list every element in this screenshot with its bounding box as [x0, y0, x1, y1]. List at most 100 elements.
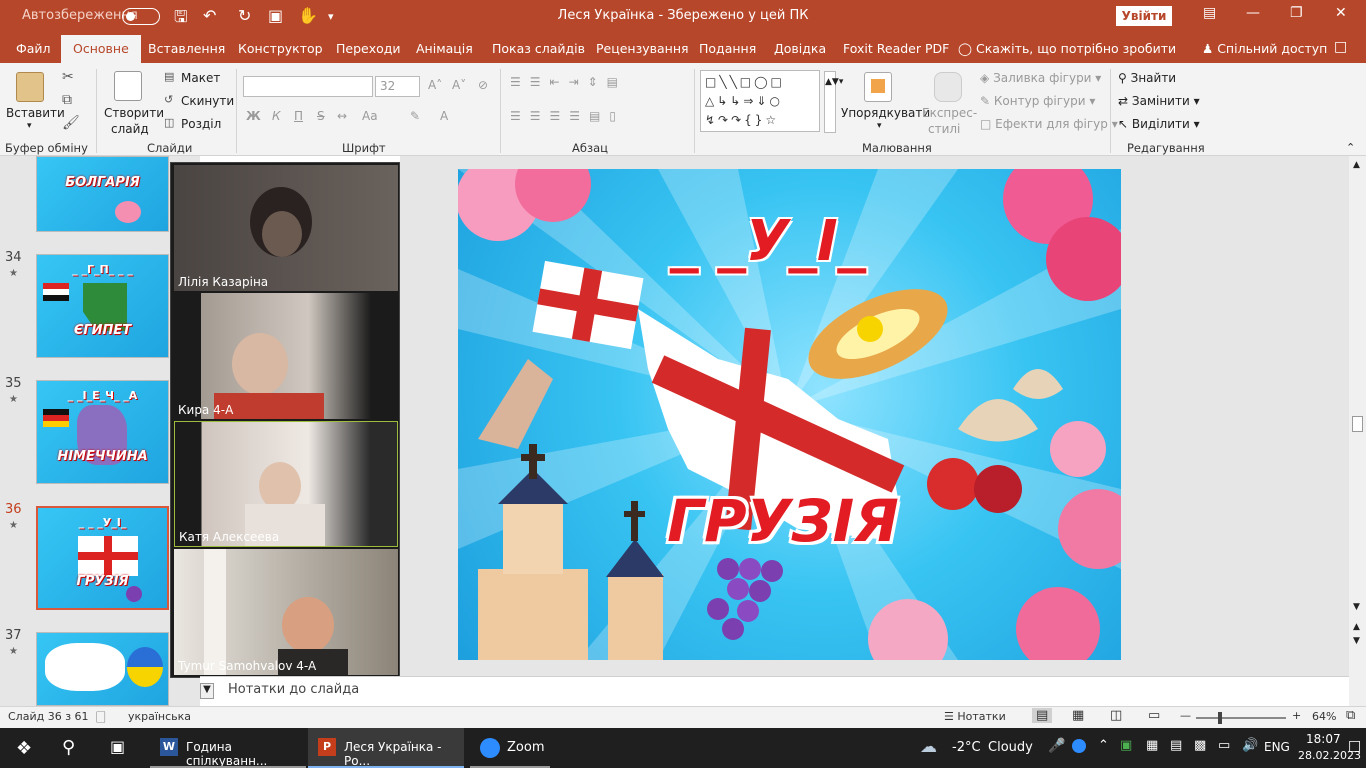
- shape-fill-button[interactable]: ◈ Заливка фігури ▾: [980, 71, 1101, 85]
- thumbnail-slide-35[interactable]: _ _І_Е_Ч_ _А НІМЕЧЧИНА: [36, 380, 169, 484]
- align-buttons-icon[interactable]: ☰☰☰☰▤▯: [510, 109, 625, 123]
- display-icon[interactable]: ▭: [1218, 738, 1230, 753]
- microphone-icon[interactable]: 🎤: [1048, 738, 1065, 754]
- cut-icon[interactable]: ✂: [62, 69, 74, 85]
- bold-button[interactable]: Ж: [246, 109, 261, 123]
- search-icon[interactable]: ⚲: [62, 737, 75, 758]
- tab-view[interactable]: Подання: [699, 41, 756, 56]
- fit-to-window-icon[interactable]: ⧉: [1346, 708, 1355, 723]
- current-slide[interactable]: _ _У_І_ ГРУЗІЯ: [458, 169, 1121, 660]
- increase-font-icon[interactable]: A˄: [428, 78, 442, 92]
- spellcheck-icon[interactable]: 🗌: [96, 709, 106, 730]
- minimize-icon[interactable]: —: [1246, 5, 1260, 21]
- shapes-more-icon[interactable]: ▲▼▾: [824, 71, 843, 133]
- tray-chevron-icon[interactable]: ⌃: [1098, 738, 1109, 753]
- zoom-video-tile[interactable]: Лілія Казаріна: [174, 165, 398, 291]
- tab-review[interactable]: Рецензування: [596, 41, 689, 56]
- zoom-video-tile[interactable]: Tymur Samohvalov 4-A: [174, 549, 398, 675]
- new-slide-button-line2[interactable]: слайд: [111, 122, 149, 136]
- tab-insert[interactable]: Вставлення: [148, 41, 225, 56]
- italic-button[interactable]: К: [272, 109, 281, 123]
- ribbon-display-icon[interactable]: ▤: [1203, 5, 1216, 21]
- tray-app-icon-2[interactable]: ▦: [1146, 738, 1158, 753]
- reset-button[interactable]: Скинути: [181, 94, 234, 108]
- quick-styles-button-line2[interactable]: стилі: [928, 122, 960, 136]
- paste-icon[interactable]: [16, 72, 44, 102]
- next-slide-icon[interactable]: ▼: [1353, 636, 1360, 646]
- zoom-video-tile[interactable]: Кира 4-А: [174, 293, 398, 419]
- select-button[interactable]: ↖ Виділити ▾: [1118, 117, 1200, 131]
- tab-home[interactable]: Основне: [61, 35, 141, 63]
- task-view-icon[interactable]: ▣: [110, 737, 125, 756]
- volume-icon[interactable]: 🔊: [1242, 738, 1258, 753]
- clock-time[interactable]: 18:07: [1306, 732, 1341, 746]
- slideshow-view-icon[interactable]: ▭: [1148, 708, 1160, 723]
- normal-view-icon[interactable]: ▤: [1032, 708, 1053, 723]
- new-slide-icon[interactable]: [114, 71, 142, 101]
- strike-button[interactable]: S: [317, 109, 325, 123]
- tray-app-icon[interactable]: ▣: [1120, 738, 1132, 753]
- comments-icon[interactable]: □: [1334, 39, 1347, 55]
- decrease-font-icon[interactable]: A˅: [452, 78, 466, 92]
- quick-styles-button[interactable]: Експрес-: [922, 106, 977, 120]
- tab-file[interactable]: Файл: [16, 41, 51, 56]
- language-indicator[interactable]: українська: [128, 710, 191, 723]
- format-painter-icon[interactable]: 🖌: [62, 115, 80, 131]
- quick-styles-icon[interactable]: [934, 72, 962, 102]
- underline-button[interactable]: П: [294, 109, 303, 123]
- vertical-scrollbar[interactable]: ▲ ▼ ▲ ▼: [1349, 156, 1366, 706]
- font-color-icon[interactable]: A: [440, 109, 448, 123]
- paste-button[interactable]: Вставити: [6, 106, 65, 120]
- weather-temp[interactable]: -2°C: [952, 740, 981, 755]
- shape-effects-button[interactable]: □ Ефекти для фігур ▾: [980, 117, 1118, 131]
- replace-button[interactable]: ⇄ Замінити ▾: [1118, 94, 1200, 108]
- reading-view-icon[interactable]: ◫: [1110, 708, 1122, 723]
- thumbnail-slide-36[interactable]: _ _ _У_І_ ГРУЗІЯ: [36, 506, 169, 610]
- tab-transitions[interactable]: Переходи: [336, 41, 401, 56]
- arrange-dropdown-icon[interactable]: ▾: [877, 121, 882, 131]
- font-size-input[interactable]: 32: [375, 76, 420, 97]
- new-slide-button[interactable]: Створити: [104, 106, 164, 120]
- thumbnail-slide-37[interactable]: [36, 632, 169, 706]
- arrange-icon[interactable]: [864, 72, 892, 102]
- shape-outline-button[interactable]: ✎ Контур фігури ▾: [980, 94, 1095, 108]
- arrange-button[interactable]: Упорядкувати: [841, 106, 930, 120]
- weather-desc[interactable]: Cloudy: [988, 740, 1033, 755]
- shapes-gallery[interactable]: □╲╲□◯□ △↳↳⇒⇓○ ↯↷↷{}☆: [700, 70, 820, 132]
- network-icon[interactable]: ▩: [1194, 738, 1206, 753]
- close-icon[interactable]: ✕: [1335, 5, 1347, 21]
- prev-slide-icon[interactable]: ▲: [1353, 622, 1360, 632]
- tab-slideshow[interactable]: Показ слайдів: [492, 41, 585, 56]
- windows-start-icon[interactable]: ❖: [16, 738, 32, 759]
- scroll-down-icon[interactable]: ▼: [1353, 602, 1360, 612]
- zoom-level[interactable]: 64%: [1312, 710, 1336, 723]
- zoom-in-icon[interactable]: +: [1292, 709, 1301, 722]
- paste-dropdown-icon[interactable]: ▾: [27, 121, 32, 131]
- change-case-icon[interactable]: Aa: [362, 109, 378, 123]
- zoom-gallery-overlay[interactable]: Лілія Казаріна Кира 4-А Катя Алексеева T…: [170, 162, 400, 678]
- list-buttons-icon[interactable]: ☰☰⇤⇥⇕▤: [510, 75, 627, 89]
- taskbar-zoom[interactable]: Zoom: [470, 728, 550, 768]
- thumbnail-slide-34[interactable]: _ _Г_П_ _ _ ЄГИПЕТ: [36, 254, 169, 358]
- collapse-ribbon-icon[interactable]: ⌃: [1346, 141, 1355, 154]
- taskbar-word[interactable]: W Година спілкуванн...: [150, 728, 306, 768]
- restore-icon[interactable]: ❐: [1290, 5, 1303, 21]
- tab-foxit[interactable]: Foxit Reader PDF: [843, 41, 949, 56]
- input-language[interactable]: ENG: [1264, 740, 1290, 754]
- clear-format-icon[interactable]: ⊘: [478, 78, 488, 92]
- copy-icon[interactable]: ⧉: [62, 92, 72, 108]
- section-button[interactable]: Розділ: [181, 117, 221, 131]
- tell-me-box[interactable]: ◯ Скажіть, що потрібно зробити: [958, 41, 1176, 56]
- notifications-icon[interactable]: □: [1348, 738, 1361, 754]
- zoom-tray-icon[interactable]: [1072, 739, 1086, 753]
- char-spacing-icon[interactable]: ↔: [337, 109, 347, 123]
- highlight-icon[interactable]: ✎: [410, 109, 420, 123]
- scroll-up-icon[interactable]: ▲: [1353, 160, 1360, 170]
- layout-button[interactable]: Макет: [181, 71, 220, 85]
- font-name-input[interactable]: [243, 76, 373, 97]
- tray-app-icon-3[interactable]: ▤: [1170, 738, 1182, 753]
- tab-animations[interactable]: Анімація: [416, 41, 473, 56]
- zoom-video-tile-active[interactable]: Катя Алексеева: [174, 421, 398, 547]
- notes-collapse-icon[interactable]: ▼: [200, 683, 214, 699]
- zoom-slider-thumb[interactable]: [1218, 712, 1222, 724]
